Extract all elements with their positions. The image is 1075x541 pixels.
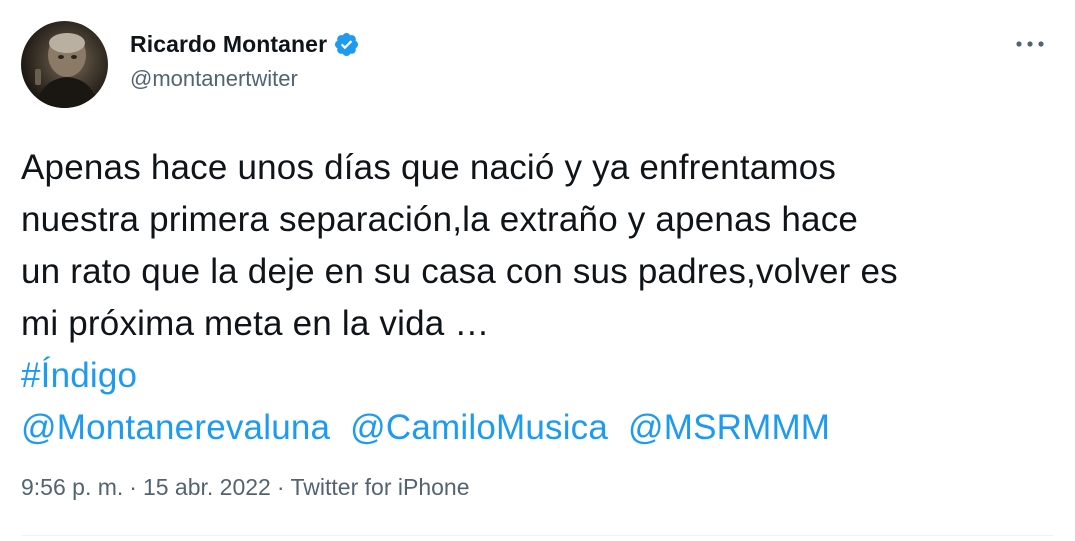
mention-link[interactable]: @MSRMMM: [628, 408, 830, 447]
tweet-source[interactable]: Twitter for iPhone: [291, 474, 470, 500]
display-name[interactable]: Ricardo Montaner: [130, 31, 327, 58]
tweet-time[interactable]: 9:56 p. m.: [21, 474, 123, 500]
verified-badge-icon: [333, 31, 360, 58]
tweet-text: Apenas hace unos días que nació y ya enf…: [21, 142, 1056, 454]
hashtag-link[interactable]: #Índigo: [21, 356, 137, 395]
divider: [21, 535, 1054, 536]
mentions-line: @Montanerevaluna @CamiloMusica @MSRMMM: [21, 402, 1056, 454]
more-options-icon: [1016, 41, 1044, 47]
tweet-text-line: Apenas hace unos días que nació y ya enf…: [21, 148, 837, 187]
avatar-photo: [35, 33, 99, 108]
mention-link[interactable]: @Montanerevaluna: [21, 408, 330, 447]
author-name-row: Ricardo Montaner: [130, 29, 360, 59]
more-options-button[interactable]: [1013, 30, 1047, 58]
mention-link[interactable]: @CamiloMusica: [350, 408, 608, 447]
tweet-date[interactable]: 15 abr. 2022: [143, 474, 271, 500]
tweet-text-line: un rato que la deje en su casa con sus p…: [21, 252, 898, 291]
tweet-text-line: mi próxima meta en la vida …: [21, 304, 490, 343]
avatar[interactable]: [21, 21, 108, 108]
tweet-card: Ricardo Montaner @montanertwiter Apenas …: [0, 0, 1075, 541]
author-handle[interactable]: @montanertwiter: [130, 66, 298, 92]
hashtag-line: #Índigo: [21, 350, 1056, 402]
meta-separator: ·: [276, 474, 285, 500]
tweet-metadata: 9:56 p. m. · 15 abr. 2022 · Twitter for iPho…: [21, 474, 470, 501]
tweet-text-line: nuestra primera separación,la extraño y …: [21, 200, 859, 239]
meta-separator: ·: [129, 474, 137, 500]
